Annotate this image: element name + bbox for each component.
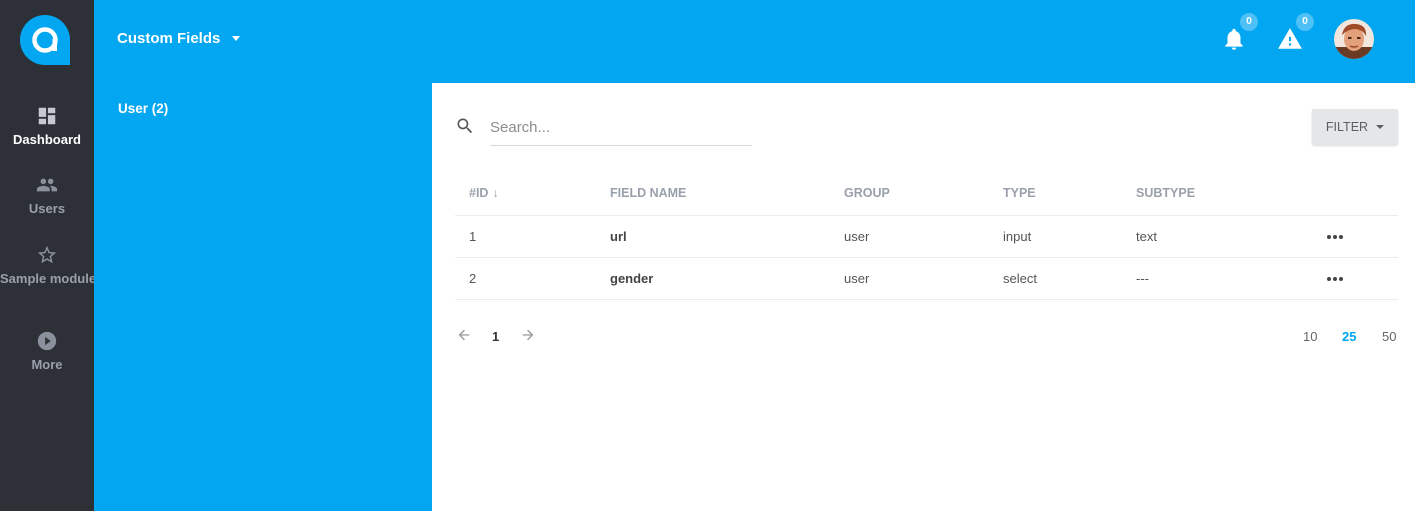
header-divider [455, 215, 1398, 216]
search-icon [457, 118, 473, 134]
per-page-option-50[interactable]: 50 [1382, 329, 1396, 344]
sort-down-arrow-icon: ↓ [492, 186, 499, 200]
column-header-field-name[interactable]: FIELD NAME [610, 186, 686, 200]
cell-id: 1 [469, 229, 477, 244]
per-page-option-10[interactable]: 10 [1303, 329, 1317, 344]
cell-type: input [1003, 229, 1032, 244]
rail-item-sample-module[interactable]: Sample module [0, 244, 97, 286]
dashboard-icon [38, 107, 56, 125]
cell-subtype: --- [1136, 271, 1149, 286]
notifications-badge: 0 [1240, 13, 1258, 31]
column-header-subtype[interactable]: SUBTYPE [1136, 186, 1195, 200]
user-avatar[interactable] [1334, 19, 1374, 59]
subnav-item-user[interactable]: User (2) [118, 101, 168, 116]
alerts-badge: 0 [1296, 13, 1314, 31]
app-logo-icon[interactable] [20, 15, 70, 65]
column-header-type[interactable]: TYPE [1003, 186, 1036, 200]
rail-item-label: Dashboard [13, 132, 81, 147]
column-header-group[interactable]: GROUP [844, 186, 890, 200]
warning-icon[interactable] [1277, 26, 1303, 52]
play-circle-icon [37, 331, 57, 351]
prev-page-arrow-icon[interactable] [456, 327, 472, 343]
row-divider [455, 299, 1398, 300]
per-page-option-25[interactable]: 25 [1342, 329, 1356, 344]
main-panel [432, 83, 1415, 511]
row-divider [455, 257, 1398, 258]
page-number-current[interactable]: 1 [492, 329, 499, 344]
cell-group: user [844, 229, 870, 244]
caret-down-icon [232, 36, 241, 41]
rail-item-label: Sample module [0, 271, 97, 286]
rail-item-label: Users [28, 201, 66, 216]
page-title-dropdown[interactable]: Custom Fields [117, 30, 241, 47]
rail-item-label: More [31, 357, 63, 372]
row-actions-more-icon[interactable] [1326, 234, 1344, 240]
page-title: Custom Fields [117, 30, 221, 47]
column-header-id[interactable]: #ID ↓ [469, 186, 499, 200]
rail-item-dashboard[interactable]: Dashboard [0, 105, 94, 147]
filter-button-label: FILTER [1325, 120, 1369, 134]
avatar-image [1334, 19, 1374, 59]
cell-id: 2 [469, 271, 477, 286]
notifications-bell-icon[interactable] [1221, 26, 1247, 52]
cell-field-name[interactable]: gender [610, 271, 653, 286]
cell-field-name[interactable]: url [610, 229, 627, 244]
cell-type: select [1003, 271, 1037, 286]
next-page-arrow-icon[interactable] [520, 327, 536, 343]
rail-item-users[interactable]: Users [0, 174, 94, 216]
caret-down-icon [1376, 125, 1385, 129]
filter-button[interactable]: FILTER [1312, 109, 1398, 145]
row-actions-more-icon[interactable] [1326, 276, 1344, 282]
cell-subtype: text [1136, 229, 1157, 244]
left-rail: Dashboard Users Sample module More [0, 0, 97, 511]
rail-item-more[interactable]: More [0, 330, 94, 372]
star-icon [37, 245, 57, 264]
cell-group: user [844, 271, 870, 286]
users-icon [36, 178, 58, 192]
search-input[interactable] [490, 110, 752, 146]
